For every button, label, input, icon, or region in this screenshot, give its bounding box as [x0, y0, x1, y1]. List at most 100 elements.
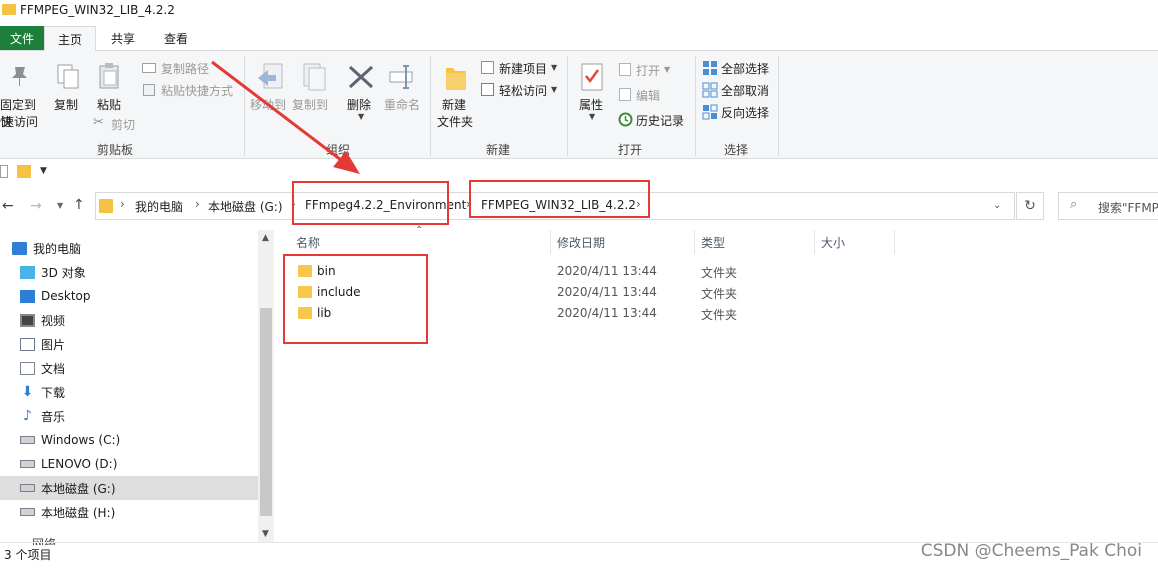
- organize-group-label: 组织: [325, 143, 350, 157]
- select-none-icon: [702, 82, 718, 98]
- status-item-count: 3 个项目: [4, 548, 52, 562]
- copy-path-icon: [142, 63, 156, 73]
- properties-small-icon[interactable]: [0, 165, 8, 178]
- tab-file[interactable]: 文件: [0, 26, 44, 50]
- 3d-objects-icon: [20, 265, 35, 279]
- column-header-type[interactable]: 类型: [701, 234, 725, 251]
- column-divider[interactable]: [550, 230, 551, 254]
- watermark: CSDN @Cheems_Pak Choi: [920, 541, 1142, 561]
- delete-x-icon: [348, 65, 374, 89]
- nav-item-network[interactable]: 网络: [32, 537, 56, 545]
- clipboard-group-label: 剪贴板: [96, 143, 133, 157]
- folder-icon: [99, 199, 113, 213]
- downloads-icon: ⬇: [21, 383, 34, 400]
- breadcrumb-chevron-icon[interactable]: ›: [195, 197, 200, 211]
- open-button[interactable]: 打开 ▼: [618, 62, 678, 78]
- tab-share[interactable]: 共享: [98, 26, 148, 51]
- open-icon: [619, 63, 631, 76]
- nav-scrollbar-thumb[interactable]: [260, 308, 272, 516]
- refresh-icon[interactable]: ↻: [1016, 192, 1044, 220]
- scroll-up-icon[interactable]: ▲: [262, 233, 269, 243]
- history-button[interactable]: 历史记录: [618, 112, 690, 128]
- folder-icon: [2, 4, 16, 15]
- column-header-size[interactable]: 大小: [821, 234, 845, 251]
- nav-item[interactable]: ⬇ 下载: [0, 380, 258, 404]
- nav-item[interactable]: Desktop: [0, 284, 258, 308]
- select-all-button[interactable]: 全部选择: [702, 60, 774, 76]
- nav-item-label: 下载: [41, 385, 66, 400]
- properties-icon: [581, 63, 603, 91]
- move-to-label: 移动到: [250, 98, 287, 112]
- customize-dropdown-icon[interactable]: ▼: [40, 166, 47, 176]
- pin-label-2: 速访问: [2, 115, 39, 129]
- properties-label: 属性: [579, 98, 604, 112]
- breadcrumb-chevron-icon[interactable]: ›: [120, 197, 125, 211]
- scroll-down-icon[interactable]: ▼: [262, 529, 269, 539]
- nav-item-label: 文档: [41, 361, 66, 376]
- nav-item-label: 音乐: [41, 409, 66, 424]
- new-folder-label-2: 文件夹: [437, 115, 474, 129]
- nav-item[interactable]: Windows (C:): [0, 428, 258, 452]
- delete-label: 删除: [347, 98, 372, 112]
- easy-access-button[interactable]: 轻松访问 ▼: [480, 82, 562, 98]
- file-modified: 2020/4/11 13:44: [557, 285, 657, 299]
- new-folder-small-icon[interactable]: [17, 165, 31, 178]
- file-modified: 2020/4/11 13:44: [557, 264, 657, 278]
- nav-item[interactable]: LENOVO (D:): [0, 452, 258, 476]
- nav-item[interactable]: 我的电脑: [0, 236, 258, 260]
- new-folder-icon: [446, 68, 466, 90]
- rename-icon: [389, 65, 413, 89]
- column-header-modified[interactable]: 修改日期: [557, 234, 605, 251]
- invert-selection-button[interactable]: 反向选择: [702, 104, 774, 120]
- back-arrow-icon[interactable]: ←: [2, 198, 14, 214]
- column-divider[interactable]: [814, 230, 815, 254]
- nav-item[interactable]: ♪ 音乐: [0, 404, 258, 428]
- edit-button[interactable]: 编辑: [618, 87, 678, 103]
- copy-button[interactable]: 复制: [50, 60, 86, 116]
- nav-item[interactable]: 本地磁盘 (H:): [0, 500, 258, 524]
- easy-access-icon: [481, 83, 494, 96]
- copy-to-button[interactable]: 复制到: [292, 60, 334, 120]
- nav-item[interactable]: 3D 对象: [0, 260, 258, 284]
- file-type: 文件夹: [701, 308, 738, 322]
- open-label: 打开: [636, 64, 661, 78]
- properties-button[interactable]: 属性 ▼: [574, 60, 610, 121]
- breadcrumb-drive-g[interactable]: 本地磁盘 (G:): [208, 198, 283, 215]
- pin-to-quick-access-button[interactable]: 固定到快 速访问: [0, 60, 44, 132]
- column-divider[interactable]: [694, 230, 695, 254]
- nav-item[interactable]: 文档: [0, 356, 258, 380]
- rename-button[interactable]: 重命名: [382, 60, 424, 120]
- column-divider[interactable]: [894, 230, 895, 254]
- new-item-button[interactable]: 新建项目 ▼: [480, 60, 562, 76]
- paste-shortcut-button[interactable]: 粘贴快捷方式: [142, 82, 242, 98]
- chevron-down-icon: ▼: [589, 112, 596, 121]
- history-icon: [618, 112, 633, 127]
- move-to-button[interactable]: 移动到: [250, 60, 292, 120]
- nav-item-label: Desktop: [41, 289, 91, 303]
- nav-item[interactable]: 视频: [0, 308, 258, 332]
- forward-arrow-icon[interactable]: →: [30, 198, 42, 214]
- cut-button[interactable]: ✂ 剪切: [93, 115, 143, 132]
- nav-item[interactable]: 本地磁盘 (G:): [0, 476, 258, 500]
- move-to-icon: [258, 63, 283, 89]
- select-none-button[interactable]: 全部取消: [702, 82, 774, 98]
- sort-ascending-icon: ⌃: [415, 225, 424, 236]
- easy-access-label: 轻松访问: [499, 84, 548, 98]
- search-placeholder[interactable]: 搜索"FFMP: [1098, 199, 1158, 216]
- tab-view[interactable]: 查看: [150, 26, 202, 51]
- up-arrow-icon[interactable]: ↑: [73, 197, 85, 213]
- copy-path-button[interactable]: 复制路径: [142, 60, 212, 76]
- breadcrumb-my-computer[interactable]: 我的电脑: [135, 198, 183, 215]
- address-history-dropdown-icon[interactable]: ⌄: [993, 200, 1001, 211]
- drive-icon: [20, 508, 35, 516]
- nav-item[interactable]: 图片: [0, 332, 258, 356]
- tab-home[interactable]: 主页: [44, 26, 96, 52]
- group-divider: [567, 56, 568, 156]
- recent-dropdown-icon[interactable]: ▼: [57, 201, 63, 210]
- new-folder-button[interactable]: 新建 文件夹: [436, 60, 476, 132]
- nav-item-label: 本地磁盘 (H:): [41, 505, 116, 520]
- drive-icon: [20, 436, 35, 444]
- delete-button[interactable]: 删除 ▼: [343, 60, 379, 121]
- column-header-name[interactable]: 名称: [296, 234, 320, 251]
- paste-button[interactable]: 粘贴: [92, 60, 128, 116]
